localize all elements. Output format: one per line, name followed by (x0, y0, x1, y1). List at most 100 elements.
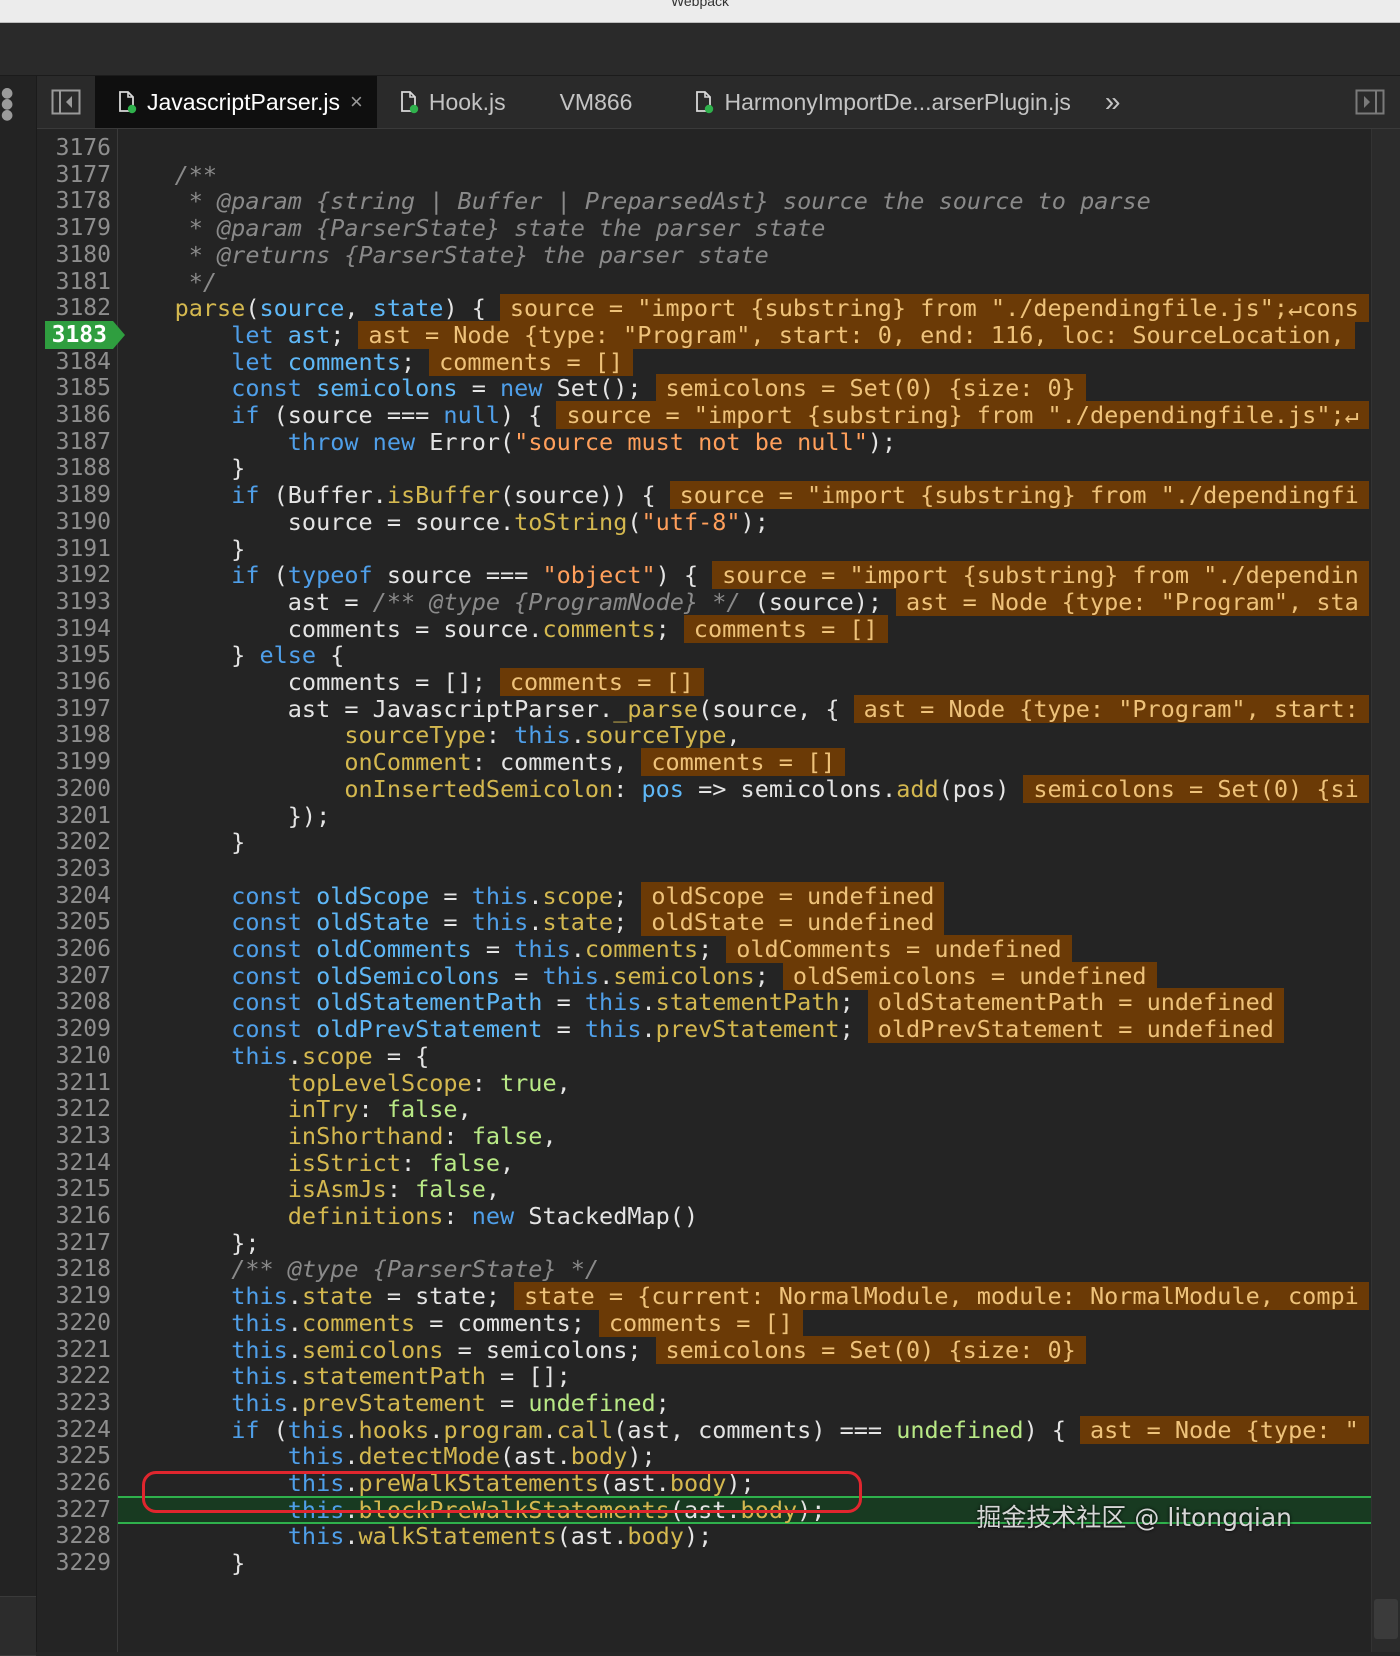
inline-variable-value[interactable]: oldStatementPath = undefined (867, 988, 1284, 1017)
code-line[interactable]: throw new Error("source must not be null… (118, 428, 896, 456)
inline-variable-value[interactable]: oldPrevStatement = undefined (867, 1015, 1284, 1044)
inline-variable-value[interactable]: state = {current: NormalModule, module: … (514, 1282, 1369, 1311)
inline-variable-value[interactable]: oldComments = undefined (726, 935, 1072, 963)
line-number[interactable]: 3186 (37, 401, 111, 429)
line-number[interactable]: 3195 (37, 641, 111, 669)
inline-variable-value[interactable]: ast = Node {type: " (1080, 1415, 1369, 1444)
code-line[interactable]: parse(source, state) {source = "import {… (118, 294, 1369, 323)
line-number[interactable]: 3194 (37, 615, 111, 643)
line-number[interactable]: 3193 (37, 588, 111, 616)
line-number[interactable]: 3224 (37, 1416, 111, 1444)
inline-variable-value[interactable]: source = "import {substring} from "./dep… (499, 294, 1369, 323)
code-line[interactable]: }; (118, 1229, 259, 1257)
line-number[interactable]: 3215 (37, 1175, 111, 1203)
code-line[interactable]: * @returns {ParserState} the parser stat… (118, 241, 769, 269)
code-line[interactable]: this.comments = comments; comments = [] (118, 1308, 803, 1337)
line-number[interactable]: 3178 (37, 187, 111, 215)
code-line[interactable]: this.statementPath = []; (118, 1362, 571, 1390)
line-number[interactable]: 3182 (37, 294, 111, 322)
code-line[interactable]: ast = JavascriptParser._parse(source, {a… (118, 694, 1369, 723)
code-line[interactable]: let comments; comments = [] (118, 347, 634, 376)
line-number[interactable]: 3219 (37, 1282, 111, 1310)
line-number[interactable]: 3180 (37, 241, 111, 269)
line-number[interactable]: 3204 (37, 882, 111, 910)
line-number[interactable]: 3201 (37, 802, 111, 830)
code-line[interactable]: this.scope = { (118, 1042, 429, 1070)
line-number[interactable]: 3199 (37, 748, 111, 776)
tab-overflow-button[interactable]: » (1085, 76, 1141, 128)
code-line[interactable]: isStrict: false, (118, 1149, 514, 1177)
line-number-gutter[interactable]: 3176 3177 3178 3179 3180 3181 3182 3183 3184 3185… (37, 129, 125, 1652)
line-number[interactable]: 3225 (37, 1442, 111, 1470)
code-line[interactable]: } (118, 1549, 245, 1577)
line-number[interactable]: 3177 (37, 161, 111, 189)
code-line[interactable]: this.detectMode(ast.body); (118, 1442, 656, 1470)
code-line[interactable]: this.state = state; state = {current: Nor… (118, 1282, 1369, 1311)
line-number[interactable]: 3205 (37, 908, 111, 936)
line-number[interactable]: 3187 (37, 428, 111, 456)
line-number[interactable]: 3228 (37, 1522, 111, 1550)
code-line[interactable]: inShorthand: false, (118, 1122, 557, 1150)
toggle-debugger-icon[interactable] (1340, 76, 1400, 128)
line-number[interactable]: 3218 (37, 1255, 111, 1283)
code-line[interactable]: const oldPrevStatement = this.prevStatem… (118, 1015, 1284, 1044)
code-line[interactable]: const oldComments = this.comments; oldCom… (118, 935, 1072, 963)
code-line[interactable]: const semicolons = new Set(); semicolons … (118, 374, 1086, 403)
line-number[interactable]: 3210 (37, 1042, 111, 1070)
line-number[interactable]: 3217 (37, 1229, 111, 1257)
code-line[interactable]: if (source === null) {source = "import {… (118, 401, 1369, 429)
code-line[interactable]: } (118, 828, 245, 856)
inline-variable-value[interactable]: comments = [] (598, 1308, 803, 1337)
line-number[interactable]: 3211 (37, 1069, 111, 1097)
line-number[interactable]: 3190 (37, 508, 111, 536)
line-number[interactable]: 3206 (37, 935, 111, 963)
code-line[interactable]: isAsmJs: false, (118, 1175, 500, 1203)
code-line[interactable]: }); (118, 802, 330, 830)
code-line[interactable]: let ast; ast = Node {type: "Program", sta… (118, 320, 1355, 349)
toggle-navigator-icon[interactable] (37, 76, 95, 128)
code-line[interactable]: const oldState = this.state; oldState = u… (118, 908, 945, 937)
line-number[interactable]: 3222 (37, 1362, 111, 1390)
line-number[interactable]: 3214 (37, 1149, 111, 1177)
tab-javascriptparser-js[interactable]: JavascriptParser.js × (95, 76, 377, 128)
inline-variable-value[interactable]: oldScope = undefined (641, 881, 945, 910)
code-line[interactable]: if (typeof source === "object") {source … (118, 561, 1369, 590)
line-number[interactable]: 3212 (37, 1095, 111, 1123)
line-number[interactable]: 3213 (37, 1122, 111, 1150)
current-line-marker[interactable]: 3183 (45, 320, 125, 349)
code-line[interactable]: this.preWalkStatements(ast.body); (118, 1469, 755, 1497)
inline-variable-value[interactable]: comments = [] (683, 614, 888, 643)
code-line[interactable]: this.blockPreWalkStatements(ast.body); (118, 1496, 826, 1524)
code-line[interactable]: } (118, 454, 245, 482)
line-number[interactable]: 3200 (37, 775, 111, 803)
line-number[interactable]: 3207 (37, 962, 111, 990)
tab-vm866[interactable]: VM866 (520, 76, 673, 128)
code-line[interactable]: if (this.hooks.program.call(ast, comment… (118, 1415, 1369, 1444)
code-line[interactable]: this.semicolons = semicolons; semicolons … (118, 1335, 1086, 1364)
inline-variable-value[interactable]: ast = Node {type: "Program", start: (853, 694, 1369, 723)
line-number[interactable]: 3216 (37, 1202, 111, 1230)
code-line[interactable]: */ (118, 268, 217, 296)
code-line[interactable]: * @param {string | Buffer | PreparsedAst… (118, 187, 1151, 215)
editor-scrollbar-thumb[interactable] (1374, 1599, 1398, 1639)
line-number[interactable]: 3223 (37, 1389, 111, 1417)
code-line[interactable]: if (Buffer.isBuffer(source)) {source = "… (118, 481, 1369, 510)
line-number[interactable]: 3209 (37, 1015, 111, 1043)
line-number[interactable]: 3198 (37, 721, 111, 749)
code-line[interactable]: onComment: comments, comments = [] (118, 748, 846, 777)
code-line[interactable]: this.walkStatements(ast.body); (118, 1522, 712, 1550)
line-number[interactable]: 3181 (37, 268, 111, 296)
code-line[interactable]: sourceType: this.sourceType, (118, 721, 740, 749)
code-line[interactable]: topLevelScope: true, (118, 1069, 571, 1097)
inline-variable-value[interactable]: semicolons = Set(0) {size: 0} (655, 374, 1086, 403)
line-number[interactable]: 3191 (37, 535, 111, 563)
line-number[interactable]: 3227 (37, 1496, 111, 1524)
editor-scrollbar[interactable] (1371, 129, 1400, 1652)
line-number[interactable]: 3202 (37, 828, 111, 856)
code-line[interactable]: const oldScope = this.scope; oldScope = u… (118, 881, 945, 910)
code-line[interactable]: inTry: false, (118, 1095, 472, 1123)
code-line[interactable]: const oldSemicolons = this.semicolons; ol… (118, 961, 1157, 990)
line-number[interactable]: 3184 (37, 348, 111, 376)
more-options-icon[interactable]: ● ● ● (1, 86, 13, 122)
tab-harmonyimportde-arserplugin-js[interactable]: HarmonyImportDe...arserPlugin.js (672, 76, 1084, 128)
